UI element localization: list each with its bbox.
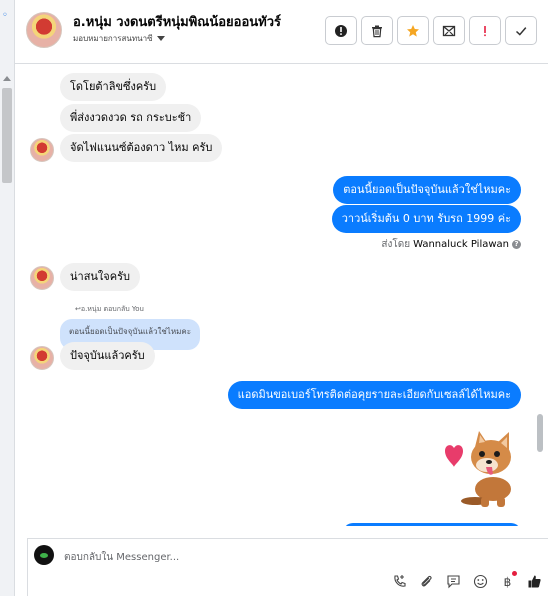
incoming-message[interactable]: พี่ส่งงวดงวด รถ กระบะช้า — [60, 104, 202, 132]
contact-avatar-small[interactable] — [30, 346, 54, 370]
messenger-inbox: ◦ อ.หนุ่ม วงดนตรีหนุ่มพิณน้อยออนทัวร์ มอ… — [0, 0, 548, 596]
scroll-up-arrow-icon[interactable] — [3, 76, 11, 81]
thread-scrollbar-thumb[interactable] — [537, 414, 543, 452]
info-icon[interactable]: ? — [512, 240, 521, 249]
outgoing-message-partial[interactable] — [343, 523, 521, 526]
exclamation-icon — [484, 25, 486, 36]
contact-avatar[interactable] — [26, 12, 62, 48]
reply-header: ↩อ.หนุ่ม ตอบกลับ You — [75, 305, 144, 313]
incoming-message[interactable]: น่าสนใจครับ — [60, 263, 140, 291]
call-button[interactable] — [391, 573, 408, 590]
spam-report-button[interactable] — [325, 16, 357, 45]
follow-up-button[interactable] — [469, 16, 501, 45]
thread-scrollbar[interactable] — [534, 64, 548, 526]
message-thread: โดโยต้าลิขซึ่งครับ พี่ส่งงวดงวด รถ กระบะ… — [15, 64, 534, 526]
incoming-message[interactable]: จัดไฟแนนซ์ต้องดาว ไหม ครับ — [60, 134, 223, 162]
mail-x-icon — [442, 25, 456, 36]
thumbs-up-icon — [528, 575, 541, 588]
star-button[interactable] — [397, 16, 429, 45]
emoji-button[interactable] — [472, 573, 489, 590]
star-icon — [407, 24, 419, 37]
delete-button[interactable] — [361, 16, 393, 45]
payment-button[interactable]: ฿ — [499, 571, 517, 590]
contact-avatar-small[interactable] — [30, 138, 54, 162]
check-icon — [515, 26, 527, 36]
contact-avatar-small[interactable] — [30, 266, 54, 290]
page-avatar — [34, 545, 54, 565]
outgoing-message[interactable]: ตอนนี้ยอดเป็นปัจจุบันแล้วใช่ไหมคะ — [333, 176, 521, 204]
incoming-message[interactable]: ปัจจุบันแล้วครับ — [60, 342, 155, 370]
mark-unread-button[interactable] — [433, 16, 465, 45]
notification-dot — [512, 571, 517, 576]
outgoing-message[interactable]: วาวน์เริ่มต้น 0 บาท รับรถ 1999 ค่ะ — [331, 205, 521, 233]
sent-by-prefix: ส่งโดย — [381, 239, 411, 250]
header-toolbar — [325, 16, 537, 45]
emoji-icon — [473, 574, 488, 589]
corgi-heart-sticker-icon[interactable] — [431, 429, 521, 511]
composer-toolbar: ฿ — [391, 571, 543, 590]
trash-icon — [372, 25, 382, 37]
paperclip-icon — [421, 575, 432, 587]
outgoing-message[interactable]: แอดมินขอเบอร์โทรติดต่อคุยรายละเอียดกับเซ… — [227, 381, 521, 409]
left-scrollbar-thumb[interactable] — [2, 88, 12, 183]
sender-name: Wannaluck Pilawan — [413, 239, 509, 250]
assign-label: มอบหมายการสนทนาซี — [73, 34, 153, 43]
chat-bubble-icon — [447, 575, 460, 589]
sent-by-line: ส่งโดย Wannaluck Pilawan ? — [381, 237, 521, 252]
like-button[interactable] — [526, 573, 543, 590]
contact-name[interactable]: อ.หนุ่ม วงดนตรีหนุ่มพิณน้อยออนทัวร์ — [73, 11, 281, 32]
conversation-header: อ.หนุ่ม วงดนตรีหนุ่มพิณน้อยออนทัวร์ มอบห… — [15, 0, 548, 64]
left-panel-edge-icon: ◦ — [2, 10, 8, 21]
reply-input[interactable]: ตอบกลับใน Messenger... — [64, 550, 179, 565]
caret-down-icon — [156, 36, 165, 41]
assign-conversation-dropdown[interactable]: มอบหมายการสนทนาซี — [73, 32, 165, 45]
alert-circle-icon — [335, 24, 347, 37]
phone-plus-icon — [394, 575, 406, 587]
incoming-message[interactable]: โดโยต้าลิขซึ่งครับ — [60, 73, 167, 101]
reply-composer: ตอบกลับใน Messenger... ฿ — [27, 538, 548, 596]
left-panel: ◦ — [0, 0, 15, 596]
attach-button[interactable] — [418, 573, 435, 590]
saved-replies-button[interactable] — [445, 573, 462, 590]
mark-done-button[interactable] — [505, 16, 537, 45]
baht-icon: ฿ — [503, 574, 512, 589]
